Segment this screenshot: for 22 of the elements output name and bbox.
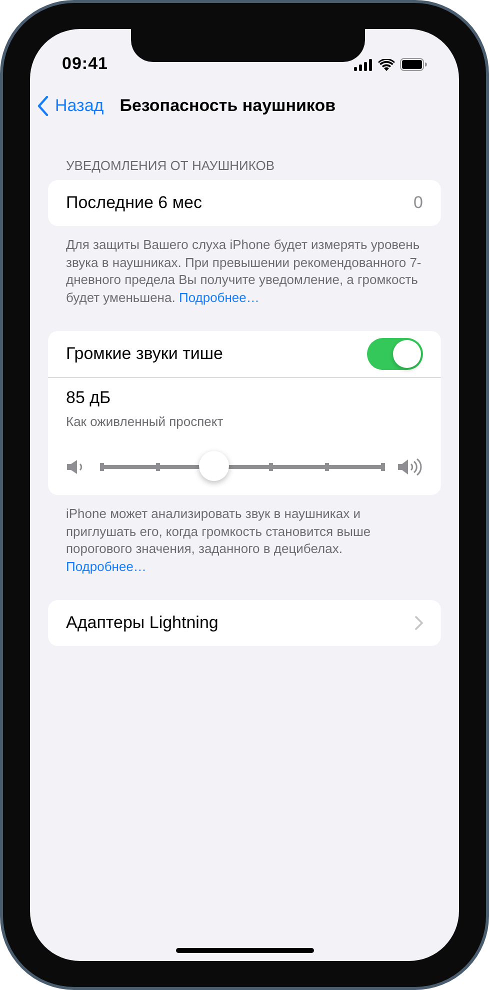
row-label: Последние 6 мес xyxy=(66,193,202,213)
back-button[interactable]: Назад xyxy=(37,96,104,116)
speaker-high-icon xyxy=(397,458,423,476)
chevron-right-icon xyxy=(415,616,423,630)
row-label: Громкие звуки тише xyxy=(66,344,223,364)
slider-thumb[interactable] xyxy=(199,451,230,481)
row-value: 0 xyxy=(414,193,423,213)
decibel-reading: 85 дБ xyxy=(66,388,112,408)
battery-icon xyxy=(400,58,427,71)
more-link[interactable]: Подробнее… xyxy=(66,558,146,574)
row-label[interactable]: Адаптеры Lightning xyxy=(66,613,218,633)
signal-icon xyxy=(354,58,373,70)
footer-note: Для защиты Вашего слуха iPhone будет измерять уровень звука в наушниках. При превышении рекомендованного 7-дневного предела Вы получите уведомление, а громкость будет уменьшена. Подробнее… xyxy=(65,236,422,306)
level-caption: Как оживленный проспект xyxy=(66,414,224,429)
more-link[interactable]: Подробнее… xyxy=(178,290,260,304)
back-chevron-icon xyxy=(37,96,49,116)
page-title: Безопасность наушников xyxy=(120,96,336,116)
toggle-switch[interactable] xyxy=(367,338,423,370)
status-time: 09:41 xyxy=(62,54,108,75)
section-header: УВЕДОМЛЕНИЯ ОТ НАУШНИКОВ xyxy=(65,158,276,175)
footer-note: iPhone может анализировать звук в наушниках и приглушать его, когда громкость становится выше порогового значения, заданного в децибелах. Подробнее… xyxy=(65,505,372,575)
wifi-icon xyxy=(378,58,395,70)
